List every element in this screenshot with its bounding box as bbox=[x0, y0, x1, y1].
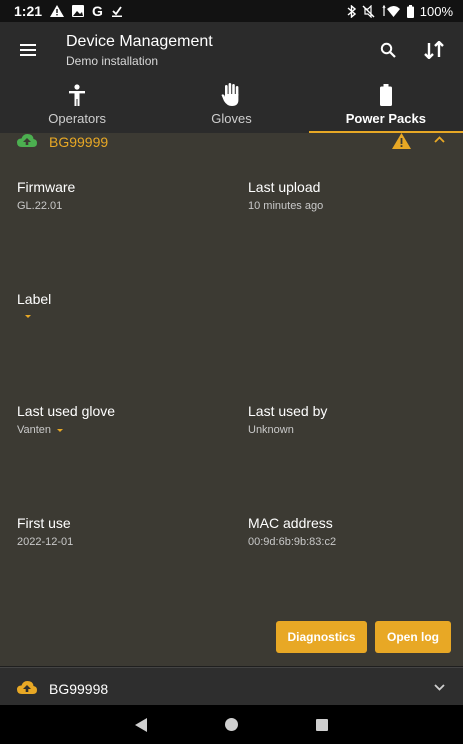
mac-address-value: 00:9d:6b:9b:83:c2 bbox=[248, 536, 337, 548]
chevron-up-icon[interactable] bbox=[434, 136, 445, 143]
warning-icon bbox=[392, 133, 411, 149]
tab-gloves[interactable]: Gloves bbox=[154, 78, 308, 133]
tab-power-packs[interactable]: Power Packs bbox=[308, 78, 463, 133]
hamburger-icon bbox=[20, 44, 36, 56]
bluetooth-icon bbox=[347, 4, 356, 18]
last-used-by-label: Last used by bbox=[248, 403, 328, 419]
person-icon bbox=[69, 82, 86, 108]
app-bar: Device Management Demo installation bbox=[0, 22, 463, 78]
battery-icon bbox=[379, 82, 392, 108]
back-icon[interactable] bbox=[135, 717, 147, 732]
mac-address-label: MAC address bbox=[248, 515, 333, 531]
app-titles: Device Management Demo installation bbox=[56, 32, 365, 68]
label-dropdown[interactable] bbox=[25, 315, 31, 318]
last-upload-value: 10 minutes ago bbox=[248, 200, 324, 212]
dropdown-caret-icon bbox=[57, 428, 64, 432]
image-status-icon bbox=[72, 5, 85, 17]
battery-percent: 100% bbox=[419, 3, 453, 19]
chevron-down-icon[interactable] bbox=[434, 684, 445, 691]
search-icon bbox=[380, 42, 396, 58]
page-title: Device Management bbox=[66, 33, 213, 50]
download-done-status-icon bbox=[111, 6, 122, 17]
power-pack-header[interactable]: BG99999 bbox=[0, 133, 463, 153]
power-pack-id: BG99998 bbox=[49, 681, 109, 697]
diagnostics-button[interactable]: Diagnostics bbox=[276, 621, 367, 653]
first-use-value: 2022-12-01 bbox=[17, 536, 74, 548]
sort-button[interactable] bbox=[411, 22, 457, 78]
last-upload-label: Last upload bbox=[248, 179, 321, 195]
tab-operators[interactable]: Operators bbox=[0, 78, 154, 133]
last-used-glove-value: Vanten bbox=[17, 424, 52, 436]
power-pack-id: BG99999 bbox=[49, 134, 109, 150]
status-left: 1:21 G bbox=[14, 3, 123, 19]
mute-icon bbox=[362, 4, 375, 18]
glove-icon bbox=[221, 82, 241, 108]
tab-bar: Operators Gloves Power Packs bbox=[0, 78, 463, 133]
menu-button[interactable] bbox=[0, 22, 56, 78]
cloud-upload-icon bbox=[17, 134, 37, 147]
power-pack-card-collapsed[interactable]: BG99998 bbox=[0, 667, 463, 705]
tab-operators-label: Operators bbox=[48, 111, 107, 126]
search-button[interactable] bbox=[365, 22, 411, 78]
first-use-label: First use bbox=[17, 515, 71, 531]
status-time: 1:21 bbox=[14, 3, 43, 19]
firmware-value: GL.22.01 bbox=[17, 200, 63, 212]
wifi-icon bbox=[382, 4, 400, 17]
label-field-label: Label bbox=[17, 291, 52, 307]
tab-power-packs-label: Power Packs bbox=[345, 111, 426, 126]
recents-icon[interactable] bbox=[316, 718, 328, 731]
system-nav-bar bbox=[0, 705, 463, 744]
status-bar: 1:21 G 100% bbox=[0, 0, 463, 22]
battery-status-icon bbox=[406, 4, 414, 18]
page-subtitle: Demo installation bbox=[66, 54, 159, 68]
power-pack-card-expanded: BG99999 Firmware GL.22.01 Last upload 10… bbox=[0, 133, 463, 666]
last-used-glove-dropdown[interactable]: Vanten bbox=[17, 424, 64, 436]
alert-triangle-status-icon bbox=[50, 5, 65, 17]
open-log-button[interactable]: Open log bbox=[375, 621, 451, 653]
home-icon[interactable] bbox=[225, 718, 238, 731]
last-used-by-value: Unknown bbox=[248, 424, 294, 436]
firmware-label: Firmware bbox=[17, 179, 76, 195]
last-used-glove-label: Last used glove bbox=[17, 403, 116, 419]
tab-gloves-label: Gloves bbox=[211, 111, 252, 126]
google-status-icon: G bbox=[92, 3, 103, 19]
cloud-upload-icon bbox=[17, 681, 37, 694]
sort-icon bbox=[424, 41, 444, 59]
status-right: 100% bbox=[347, 4, 453, 19]
